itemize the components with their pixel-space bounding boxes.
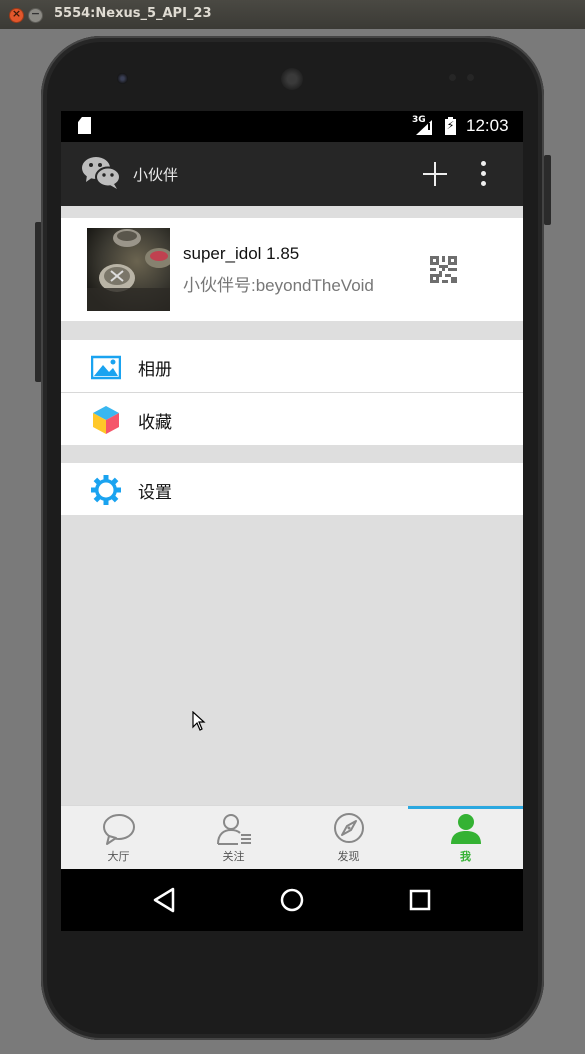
- tab-me[interactable]: 我: [408, 806, 523, 870]
- app-bar: 小伙伴: [61, 142, 523, 206]
- menu-item-album-label: 相册: [138, 360, 172, 380]
- menu-item-favorites-label: 收藏: [138, 413, 172, 433]
- gear-icon: [91, 475, 121, 505]
- recents-icon[interactable]: [403, 883, 437, 917]
- tab-me-label: 我: [460, 850, 471, 863]
- menu-item-favorites[interactable]: 收藏: [61, 393, 523, 445]
- battery-icon: ⚡: [445, 117, 456, 135]
- minimize-icon: −: [30, 7, 41, 20]
- favorites-cube-icon: [93, 406, 119, 434]
- status-clock: 12:03: [466, 116, 509, 135]
- tab-hall-label: 大厅: [107, 850, 130, 863]
- overflow-menu-icon[interactable]: [473, 156, 493, 192]
- compass-icon: [334, 813, 364, 843]
- contacts-icon: [217, 814, 251, 845]
- mouse-cursor-icon: [192, 711, 206, 731]
- tab-discover[interactable]: 发现: [291, 806, 406, 870]
- tab-follow-label: 关注: [222, 850, 245, 863]
- window-close-button[interactable]: ×: [9, 7, 24, 23]
- proximity-sensor: [449, 74, 456, 81]
- tab-discover-label: 发现: [337, 850, 360, 863]
- front-camera: [117, 73, 128, 84]
- signal-icon: [416, 120, 432, 135]
- profile-name: super_idol 1.85: [183, 244, 300, 263]
- system-nav-bar: [61, 869, 523, 931]
- menu-group-settings: 设置: [61, 463, 523, 515]
- light-sensor: [467, 74, 474, 81]
- tab-hall[interactable]: 大厅: [61, 806, 176, 870]
- plus-icon[interactable]: [418, 157, 452, 191]
- profile-id: 小伙伴号:beyondTheVoid: [183, 276, 374, 295]
- power-button[interactable]: [544, 155, 551, 225]
- window-title: 5554:Nexus_5_API_23: [54, 6, 212, 21]
- earpiece-speaker: [281, 68, 303, 90]
- wechat-icon: [82, 157, 121, 189]
- qr-code-icon[interactable]: [430, 256, 457, 283]
- close-icon: ×: [11, 7, 22, 20]
- album-icon: [91, 355, 121, 380]
- tab-follow[interactable]: 关注: [176, 806, 291, 870]
- bottom-tab-bar: 大厅 关注 发现 我: [61, 805, 523, 870]
- sd-card-icon: [78, 117, 91, 134]
- menu-group-main: 相册 收藏: [61, 340, 523, 445]
- app-title: 小伙伴: [133, 166, 179, 184]
- avatar[interactable]: [87, 228, 170, 311]
- chat-bubble-icon: [103, 814, 135, 845]
- menu-item-settings[interactable]: 设置: [61, 463, 523, 515]
- menu-item-settings-label: 设置: [138, 483, 172, 503]
- device-screen: 3G ⚡ 12:03 小伙伴 super_idol 1.85 小伙伴号:beyo…: [61, 111, 523, 931]
- status-bar: 3G ⚡ 12:03: [61, 111, 523, 142]
- person-icon: [451, 814, 481, 844]
- window-titlebar: × − 5554:Nexus_5_API_23: [0, 0, 585, 29]
- home-icon[interactable]: [275, 883, 309, 917]
- profile-card[interactable]: super_idol 1.85 小伙伴号:beyondTheVoid: [61, 218, 523, 321]
- window-minimize-button[interactable]: −: [28, 7, 43, 23]
- back-icon[interactable]: [147, 883, 181, 917]
- menu-item-album[interactable]: 相册: [61, 340, 523, 392]
